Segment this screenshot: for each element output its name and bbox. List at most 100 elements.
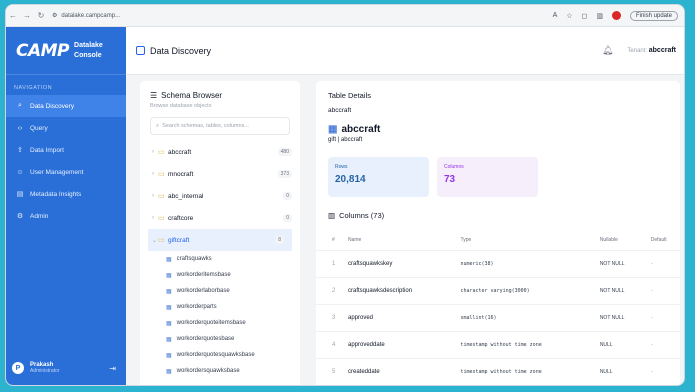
schema-name: abc_internal	[168, 192, 204, 200]
row-number: 2	[316, 276, 340, 304]
columns-icon: ▥	[328, 211, 336, 220]
extensions-icon[interactable]: ◻	[582, 12, 588, 20]
columns-value: 73	[444, 174, 456, 185]
app-window: ← → ↻ ⚙ datalake.campcamp... A ☆ ◻ ▥ Fin…	[5, 4, 685, 386]
table-item[interactable]: ▦ craftsquawks	[140, 251, 300, 267]
column-default: -	[642, 357, 680, 385]
column-type: smallint(16)	[452, 303, 592, 331]
schema-count: 8	[275, 236, 284, 244]
page-title: Data Discovery	[150, 45, 212, 56]
search-icon: ⌕	[156, 122, 160, 129]
column-name: approveddate	[340, 330, 453, 358]
reload-icon[interactable]: ↻	[34, 11, 48, 20]
column-name: createddate	[340, 357, 453, 385]
site-info-icon[interactable]: ⚙	[52, 12, 57, 19]
sidebar-item-metadata-insights[interactable]: ▤ Metadata Insights	[6, 183, 126, 205]
brand-line-1: Datalake	[74, 41, 103, 49]
table-icon: ▦	[166, 304, 172, 311]
table-item[interactable]: ▦ workorderquotesquawksbase	[140, 347, 300, 363]
star-icon[interactable]: ☆	[566, 12, 572, 20]
table-item[interactable]: ▦ workorderitemsbase	[140, 267, 300, 283]
sidebar-item-data-discovery[interactable]: ⌕ Data Discovery	[6, 95, 126, 117]
users-icon: ☺	[16, 168, 24, 176]
forward-icon[interactable]: →	[20, 11, 34, 20]
column-header: #	[332, 236, 335, 243]
address-text: datalake.campcamp...	[61, 12, 121, 19]
sidebar-item-query[interactable]: ‹› Query	[6, 117, 126, 139]
folder-icon: ▭	[158, 215, 165, 222]
sidebar-item-admin[interactable]: ⚙ Admin	[6, 205, 126, 227]
schema-item-mnocraft[interactable]: › ▭ mnocraft 373	[140, 163, 300, 185]
table-details-title: Table Details	[328, 91, 371, 100]
table-name: abccraft	[341, 124, 381, 135]
main-content: ☰ Schema Browser Browse database objects…	[126, 75, 684, 385]
column-default: -	[642, 249, 680, 277]
table-item[interactable]: ▦ workorderquotesbase	[140, 331, 300, 347]
schema-name: craftcore	[168, 214, 194, 222]
table-row[interactable]: 1 craftsquawkskey numeric(38) NOT NULL -	[316, 249, 680, 277]
code-icon: ‹›	[17, 124, 23, 132]
address-bar[interactable]: ⚙ datalake.campcamp...	[52, 12, 121, 20]
folder-open-icon: ▭	[158, 237, 165, 244]
table-name: workorderitemsbase	[176, 272, 231, 278]
schema-item-giftcraft[interactable]: ⌄ ▭ giftcraft 8	[148, 229, 292, 251]
column-name: craftsquawkskey	[340, 249, 453, 277]
row-number: 3	[316, 303, 340, 331]
sidebar-item-user-management[interactable]: ☺ User Management	[6, 161, 126, 183]
sidebar-item-label: Data Import	[30, 146, 64, 154]
sidebar-icon[interactable]: ▥	[596, 12, 603, 20]
table-row[interactable]: 2 craftsquawksdescription character vary…	[316, 276, 680, 304]
translate-icon[interactable]: A	[553, 12, 558, 19]
sidebar: CAMP Datalake Console NAVIGATION ⌕ Data …	[6, 27, 126, 385]
table-path: gift | abccraft	[328, 137, 363, 143]
table-item[interactable]: ▦ workorderlaborbase	[140, 283, 300, 299]
column-nullable: NOT NULL	[591, 276, 643, 304]
schema-browser-title: Schema Browser	[161, 91, 223, 100]
columns-heading: Columns (73)	[339, 211, 385, 220]
browser-toolbar: ← → ↻ ⚙ datalake.campcamp... A ☆ ◻ ▥ Fin…	[6, 5, 684, 27]
table-icon: ▦	[166, 352, 172, 359]
table-icon: ▦	[166, 320, 172, 327]
schema-item-craftcore[interactable]: › ▭ craftcore 0	[140, 207, 300, 229]
table-row[interactable]: 5 createddate timestamp without time zon…	[316, 357, 680, 385]
table-item[interactable]: ▦ workordersquawksbase	[140, 363, 300, 379]
table-icon: ▦	[166, 336, 172, 343]
user-profile[interactable]: P Prakash Administrator ⇥	[12, 357, 120, 379]
back-icon[interactable]: ←	[6, 11, 20, 20]
bell-icon[interactable]: 🔔︎	[602, 45, 613, 56]
table-name: workorderlaborbase	[176, 288, 230, 294]
table-icon: ▦	[166, 272, 172, 279]
schema-search-input[interactable]: ⌕ Search schemas, tables, columns...	[150, 117, 290, 135]
column-nullable: NULL	[591, 357, 643, 385]
logout-icon[interactable]: ⇥	[109, 364, 116, 373]
schema-item-abc-internal[interactable]: › ▭ abc_internal 0	[140, 185, 300, 207]
column-header: Default	[650, 236, 667, 243]
column-name: approved	[340, 303, 453, 331]
gear-icon: ⚙	[16, 213, 24, 220]
document-icon: ▤	[16, 191, 24, 198]
update-button[interactable]: Finish update	[629, 10, 678, 21]
table-row[interactable]: 4 approveddate timestamp without time zo…	[316, 330, 680, 358]
table-details: Table Details abccraft ▦ abccraft gift |…	[316, 81, 680, 385]
brand: CAMP Datalake Console	[6, 27, 126, 75]
nav-heading: NAVIGATION	[14, 85, 53, 91]
table-row[interactable]: 3 approved smallint(16) NOT NULL -	[316, 303, 680, 331]
table-name: craftsquawks	[176, 256, 212, 262]
profile-icon[interactable]	[611, 11, 621, 20]
schema-name: mnocraft	[168, 170, 194, 178]
column-type: character varying(3000)	[452, 276, 592, 304]
brand-line-2: Console	[74, 51, 102, 59]
table-item[interactable]: ▦ workorderquoteitemsbase	[140, 315, 300, 331]
table-name: workorderquotesbase	[176, 336, 235, 342]
user-role: Administrator	[30, 368, 60, 374]
schema-count: 0	[283, 214, 292, 222]
schema-name: giftcraft	[168, 236, 190, 244]
sidebar-item-data-import[interactable]: ⇪ Data Import	[6, 139, 126, 161]
column-default: -	[642, 303, 680, 331]
columns-label: Columns	[444, 164, 464, 170]
schema-item-abccraft[interactable]: › ▭ abccraft 480	[140, 141, 300, 163]
table-item[interactable]: ▦ workorderparts	[140, 299, 300, 315]
folder-icon: ▭	[158, 149, 165, 156]
column-header: Name	[348, 236, 362, 243]
database-name: abccraft	[328, 107, 352, 114]
